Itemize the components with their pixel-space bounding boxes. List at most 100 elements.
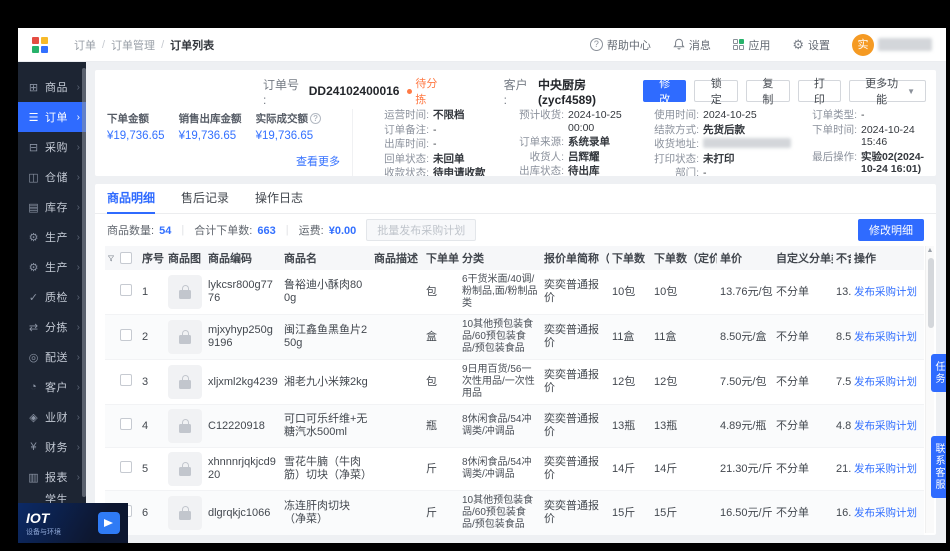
tab-operation-log[interactable]: 操作日志 bbox=[255, 184, 303, 213]
lock-button[interactable]: 锁定 bbox=[694, 78, 739, 106]
sidebar-item-customers[interactable]: ◔ 客户 › bbox=[18, 372, 86, 402]
column-header-10: 下单数 bbox=[612, 253, 645, 265]
iot-widget[interactable]: IOT 设备与环境 bbox=[18, 503, 128, 543]
chevron-right-icon: › bbox=[76, 141, 80, 153]
batch-publish-button[interactable]: 批量发布采购计划 bbox=[366, 219, 477, 241]
help-center-button[interactable]: ? 帮助中心 bbox=[589, 37, 651, 53]
messages-button[interactable]: 消息 bbox=[673, 37, 711, 53]
publish-purchase-plan-link[interactable]: 发布采购计划 bbox=[854, 463, 917, 475]
publish-purchase-plan-link[interactable]: 发布采购计划 bbox=[851, 327, 919, 348]
scrollbar-thumb[interactable] bbox=[927, 258, 934, 328]
sidebar-item-goods[interactable]: ⊞ 商品 › bbox=[18, 72, 86, 102]
sidebar-item-warehouse[interactable]: ◫ 仓储 › bbox=[18, 162, 86, 192]
publish-purchase-plan-link[interactable]: 发布采购计划 bbox=[851, 372, 919, 393]
sidebar-item-finance[interactable]: ¥ 财务 › bbox=[18, 432, 86, 462]
cell-notax-price: 13.76 bbox=[836, 285, 851, 298]
publish-purchase-plan-link[interactable]: 发布采购计划 bbox=[851, 416, 919, 437]
tab-product-details[interactable]: 商品明细 bbox=[107, 184, 156, 214]
publish-purchase-plan-link[interactable]: 发布采购计划 bbox=[851, 459, 919, 480]
products-table: 序号商品图商品编码 商品名 商品描述下单单位分类 报价单简称（对外）下单数下单数（定价… bbox=[105, 246, 924, 535]
view-more-link[interactable]: 查看更多 bbox=[296, 153, 340, 169]
detail-value: 系统录单 bbox=[568, 136, 610, 148]
stat-label: 销售出库金额 bbox=[178, 113, 242, 125]
finance-icon: ¥ bbox=[30, 441, 37, 453]
row-checkbox[interactable] bbox=[120, 284, 132, 296]
copy-button[interactable]: 复制 bbox=[746, 78, 790, 106]
publish-purchase-plan-link[interactable]: 发布采购计划 bbox=[854, 420, 917, 432]
more-actions-button[interactable]: 更多功能 ▼ bbox=[849, 78, 926, 106]
purchase-icon: ⊟ bbox=[28, 141, 39, 154]
column-header-12: 单价 bbox=[720, 253, 742, 265]
cell-index: 3 bbox=[142, 375, 149, 388]
sidebar-item-delivery[interactable]: ◎ 配送 › bbox=[18, 342, 86, 372]
order-number-group: 订单号 : DD24102400016 待分拣 bbox=[263, 75, 448, 107]
help-center-label: 帮助中心 bbox=[606, 39, 651, 52]
sidebar-item-reports[interactable]: ▥ 报表 › bbox=[18, 462, 86, 492]
sidebar-item-quality[interactable]: ✓ 质检 › bbox=[18, 282, 86, 312]
detail-value: - bbox=[861, 109, 865, 121]
sidebar-item-purchase[interactable]: ⊟ 采购 › bbox=[18, 132, 86, 162]
modify-detail-button[interactable]: 修改明细 bbox=[858, 219, 924, 241]
breadcrumb-item[interactable]: 订单管理 bbox=[111, 37, 155, 53]
sidebar-item-inventory[interactable]: ▤ 库存 › bbox=[18, 192, 86, 222]
cell-unit: 斤 bbox=[426, 462, 437, 475]
detail-field: 收货人: 吕辉耀 bbox=[502, 151, 633, 164]
cell-order-qty-priced: 10包 bbox=[654, 285, 678, 298]
publish-purchase-plan-link[interactable]: 发布采购计划 bbox=[854, 331, 917, 343]
publish-purchase-plan-link[interactable]: 发布采购计划 bbox=[854, 507, 917, 519]
cell-unit-price: 16.50元/斤 bbox=[720, 506, 773, 519]
detail-label: 下单时间: bbox=[812, 123, 857, 136]
column-header-4: 商品编码 bbox=[208, 253, 252, 265]
apps-button[interactable]: 应用 bbox=[732, 37, 770, 53]
publish-purchase-plan-link[interactable]: 发布采购计划 bbox=[854, 376, 917, 388]
user-menu[interactable]: 实 bbox=[852, 33, 932, 56]
sidebar-item-production-2[interactable]: ⚙ 生产 › bbox=[18, 252, 86, 282]
scroll-up-arrow[interactable]: ▲ bbox=[926, 246, 934, 256]
table-toolbar: 商品数量: 54 | 合计下单数: 663 | 运费: ¥0.00 批量发布采购计划 修… bbox=[95, 214, 936, 246]
detail-field: 收款状态: 待申请收款 bbox=[367, 167, 498, 176]
row-checkbox[interactable] bbox=[117, 370, 139, 394]
publish-purchase-plan-link[interactable]: 发布采购计划 bbox=[854, 286, 917, 298]
contact-service-float-tab[interactable]: 联系客服 bbox=[931, 436, 946, 498]
cell-notax-price: 21.30 bbox=[836, 462, 851, 475]
help-circle-icon: ? bbox=[310, 113, 322, 124]
sidebar-item-biz-finance[interactable]: ◈ 业财 › bbox=[18, 402, 86, 432]
settings-button[interactable]: ⚙ 设置 bbox=[792, 37, 830, 53]
cell-split-type: 不分单 bbox=[776, 419, 809, 432]
row-checkbox[interactable] bbox=[117, 457, 139, 481]
row-checkbox[interactable] bbox=[120, 374, 132, 386]
print-button[interactable]: 打印 bbox=[797, 78, 842, 106]
row-checkbox[interactable] bbox=[120, 418, 132, 430]
help-circle-icon: ? bbox=[589, 38, 603, 51]
detail-value: - bbox=[433, 123, 437, 136]
column-header-9: 报价单简称（对外） bbox=[544, 253, 609, 265]
cell-unit: 瓶 bbox=[426, 419, 437, 432]
cell-order-qty: 13瓶 bbox=[612, 419, 636, 432]
select-all-checkbox[interactable] bbox=[120, 252, 132, 264]
detail-field: 使用时间: 2024-10-25 bbox=[637, 109, 791, 122]
row-checkbox[interactable] bbox=[117, 280, 139, 304]
row-checkbox[interactable] bbox=[117, 414, 139, 438]
summary-value: 54 bbox=[159, 225, 172, 237]
warehouse-icon: ◫ bbox=[28, 171, 39, 184]
task-float-tab[interactable]: 任务 bbox=[931, 354, 946, 392]
summary-value: ¥0.00 bbox=[328, 225, 357, 237]
publish-purchase-plan-link[interactable]: 发布采购计划 bbox=[851, 282, 919, 303]
cell-index: 4 bbox=[142, 419, 149, 432]
tab-after-sales[interactable]: 售后记录 bbox=[181, 184, 229, 213]
cell-unit-price: 4.89元/瓶 bbox=[720, 419, 767, 432]
delivery-icon: ◎ bbox=[28, 351, 39, 364]
modify-button[interactable]: 修改 bbox=[642, 78, 687, 106]
row-checkbox[interactable] bbox=[120, 329, 132, 341]
row-checkbox[interactable] bbox=[120, 461, 132, 473]
row-checkbox[interactable] bbox=[117, 325, 139, 349]
sidebar-item-orders[interactable]: ☰ 订单 › bbox=[18, 102, 86, 132]
sidebar-item-production[interactable]: ⚙ 生产 › bbox=[18, 222, 86, 252]
publish-purchase-plan-link[interactable]: 发布采购计划 bbox=[851, 503, 919, 524]
detail-label: 运营时间: bbox=[384, 109, 429, 121]
breadcrumb-item[interactable]: 订单 bbox=[74, 37, 96, 53]
cell-description bbox=[371, 422, 423, 430]
sidebar-scrollbar[interactable] bbox=[82, 68, 86, 497]
sidebar-item-label: 生产 bbox=[45, 262, 68, 274]
sidebar-item-sorting[interactable]: ⇄ 分拣 › bbox=[18, 312, 86, 342]
